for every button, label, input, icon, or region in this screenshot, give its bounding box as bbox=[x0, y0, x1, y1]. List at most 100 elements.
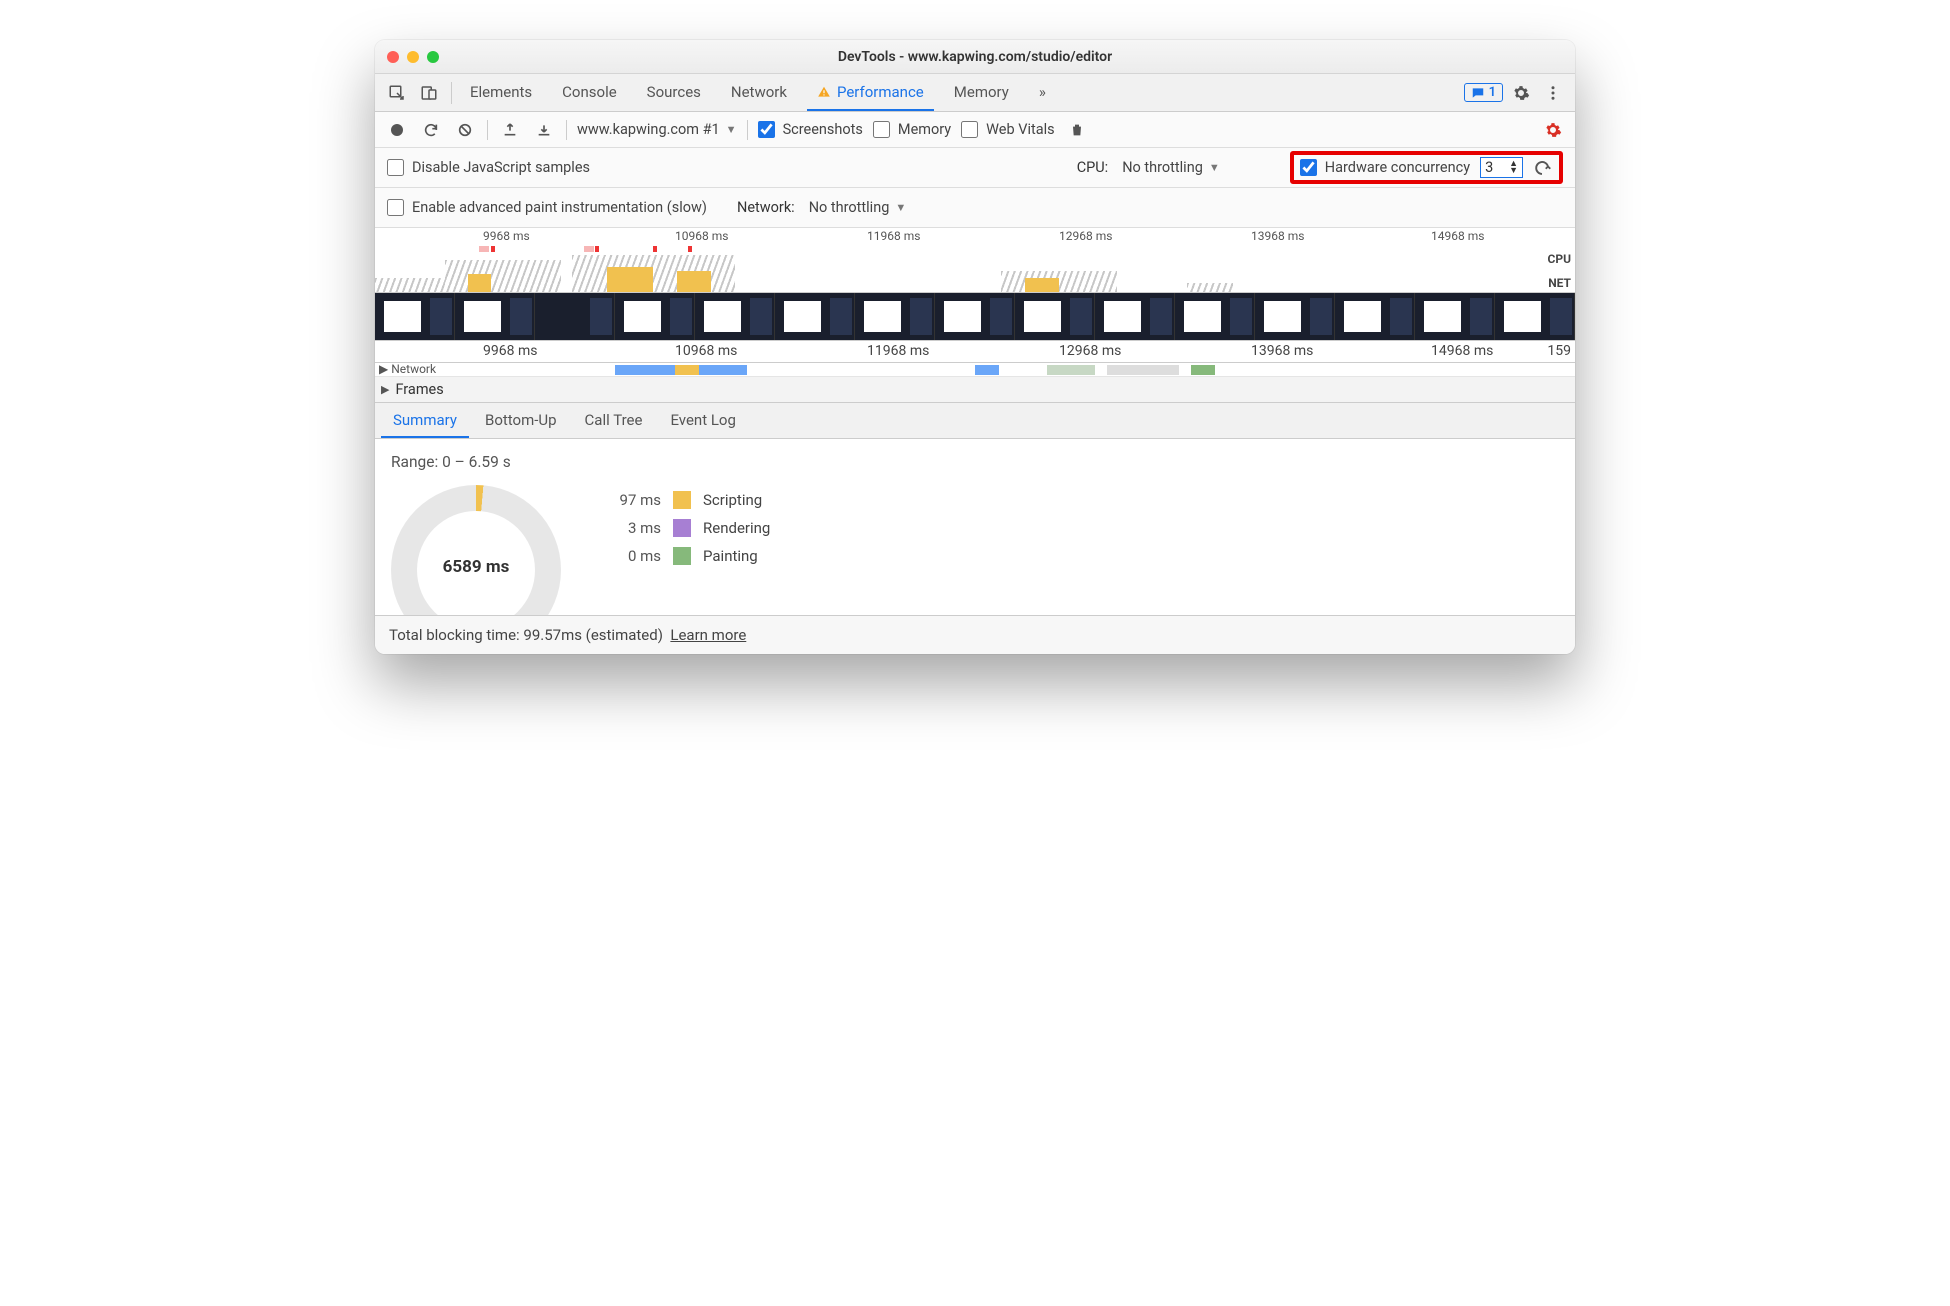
tab-label: Sources bbox=[647, 83, 701, 101]
clear-button[interactable] bbox=[453, 118, 477, 142]
ruler-mark: 11968 ms bbox=[867, 343, 929, 359]
tab-console[interactable]: Console bbox=[552, 74, 627, 111]
screenshots-checkbox-input[interactable] bbox=[758, 121, 775, 138]
delete-icon[interactable] bbox=[1065, 118, 1089, 142]
memory-checkbox[interactable]: Memory bbox=[873, 121, 951, 138]
separator bbox=[487, 120, 488, 140]
filmstrip-frame[interactable] bbox=[535, 293, 615, 340]
legend-value: 0 ms bbox=[601, 547, 661, 565]
titlebar: DevTools - www.kapwing.com/studio/editor bbox=[375, 40, 1575, 74]
reset-concurrency-icon[interactable] bbox=[1533, 159, 1551, 177]
tab-sources[interactable]: Sources bbox=[637, 74, 711, 111]
disclosure-triangle-icon: ▶ bbox=[381, 383, 389, 396]
hardware-concurrency-input[interactable] bbox=[1300, 159, 1317, 176]
filmstrip-frame[interactable] bbox=[615, 293, 695, 340]
frames-label: Frames bbox=[395, 381, 443, 398]
kebab-menu-icon[interactable] bbox=[1539, 79, 1567, 107]
separator bbox=[566, 120, 567, 140]
tab-call-tree[interactable]: Call Tree bbox=[573, 403, 655, 438]
summary-range: Range: 0 – 6.59 s bbox=[391, 453, 1559, 471]
filmstrip-frame[interactable] bbox=[1335, 293, 1415, 340]
legend-value: 97 ms bbox=[601, 491, 661, 509]
capture-settings-gear-icon[interactable] bbox=[1541, 118, 1565, 142]
ruler-mark: 13968 ms bbox=[1251, 229, 1304, 243]
capture-settings-row-2: Enable advanced paint instrumentation (s… bbox=[375, 188, 1575, 228]
tab-memory[interactable]: Memory bbox=[944, 74, 1019, 111]
frames-track-header[interactable]: ▶ Frames bbox=[375, 377, 1575, 403]
panel-tabs: Elements Console Sources Network Perform… bbox=[460, 74, 1056, 111]
filmstrip-frame[interactable] bbox=[1255, 293, 1335, 340]
cpu-throttle-select[interactable]: No throttling ▼ bbox=[1122, 159, 1220, 176]
target-selector[interactable]: www.kapwing.com #1 ▼ bbox=[577, 121, 737, 138]
warning-icon bbox=[817, 85, 831, 99]
record-button[interactable] bbox=[385, 118, 409, 142]
legend-swatch bbox=[673, 491, 691, 509]
devtools-tabstrip: Elements Console Sources Network Perform… bbox=[375, 74, 1575, 112]
tab-overflow[interactable]: » bbox=[1029, 74, 1056, 111]
summary-legend: 97 ms Scripting 3 ms Rendering 0 ms Pain… bbox=[601, 491, 770, 565]
legend-label: Painting bbox=[703, 547, 758, 565]
reload-record-button[interactable] bbox=[419, 118, 443, 142]
filmstrip-frame[interactable] bbox=[1175, 293, 1255, 340]
network-track[interactable]: ▶ Network bbox=[375, 363, 1575, 377]
tab-label: Bottom-Up bbox=[485, 411, 557, 429]
ruler-mark: 11968 ms bbox=[867, 229, 920, 243]
track-label: ▶ Network bbox=[379, 362, 436, 376]
filmstrip-frame[interactable] bbox=[1095, 293, 1175, 340]
overview-timeline[interactable]: 9968 ms 10968 ms 11968 ms 12968 ms 13968… bbox=[375, 228, 1575, 293]
hardware-concurrency-value[interactable]: 3 ▲▼ bbox=[1480, 157, 1523, 178]
filmstrip-frame[interactable] bbox=[1015, 293, 1095, 340]
tab-network[interactable]: Network bbox=[721, 74, 797, 111]
inspect-element-icon[interactable] bbox=[383, 79, 411, 107]
tab-bottom-up[interactable]: Bottom-Up bbox=[473, 403, 569, 438]
memory-checkbox-input[interactable] bbox=[873, 121, 890, 138]
learn-more-link[interactable]: Learn more bbox=[670, 626, 746, 644]
web-vitals-checkbox[interactable]: Web Vitals bbox=[961, 121, 1054, 138]
load-profile-icon[interactable] bbox=[498, 118, 522, 142]
filmstrip-frame[interactable] bbox=[1415, 293, 1495, 340]
summary-donut: 6589 ms bbox=[391, 485, 561, 615]
filmstrip-frame[interactable] bbox=[695, 293, 775, 340]
ruler-mark: 12968 ms bbox=[1059, 229, 1112, 243]
filmstrip-frame[interactable] bbox=[375, 293, 455, 340]
filmstrip-frame[interactable] bbox=[775, 293, 855, 340]
feedback-badge[interactable]: 1 bbox=[1464, 83, 1503, 102]
filmstrip-frame[interactable] bbox=[935, 293, 1015, 340]
checkbox-label: Disable JavaScript samples bbox=[412, 159, 590, 176]
filmstrip-frame[interactable] bbox=[455, 293, 535, 340]
tab-label: Memory bbox=[954, 83, 1009, 101]
device-toolbar-icon[interactable] bbox=[415, 79, 443, 107]
legend-row: 0 ms Painting bbox=[601, 547, 770, 565]
hardware-concurrency-checkbox[interactable]: Hardware concurrency bbox=[1300, 159, 1470, 176]
tab-label: Summary bbox=[393, 411, 457, 429]
flamechart-ruler[interactable]: 9968 ms 10968 ms 11968 ms 12968 ms 13968… bbox=[375, 341, 1575, 363]
tab-elements[interactable]: Elements bbox=[460, 74, 542, 111]
window-title: DevTools - www.kapwing.com/studio/editor bbox=[375, 49, 1575, 65]
tab-label: Elements bbox=[470, 83, 532, 101]
tab-performance[interactable]: Performance bbox=[807, 74, 934, 111]
disable-js-samples-checkbox[interactable]: Disable JavaScript samples bbox=[387, 159, 590, 176]
screenshots-filmstrip[interactable] bbox=[375, 293, 1575, 341]
tab-label: Console bbox=[562, 83, 617, 101]
legend-label: Scripting bbox=[703, 491, 762, 509]
tab-summary[interactable]: Summary bbox=[381, 403, 469, 438]
web-vitals-checkbox-input[interactable] bbox=[961, 121, 978, 138]
save-profile-icon[interactable] bbox=[532, 118, 556, 142]
screenshots-checkbox[interactable]: Screenshots bbox=[758, 121, 863, 138]
filmstrip-frame[interactable] bbox=[855, 293, 935, 340]
ruler-mark: 9968 ms bbox=[483, 343, 537, 359]
advanced-paint-checkbox[interactable]: Enable advanced paint instrumentation (s… bbox=[387, 199, 707, 216]
chevron-down-icon: ▼ bbox=[726, 123, 737, 136]
disable-js-samples-input[interactable] bbox=[387, 159, 404, 176]
summary-panel: Range: 0 – 6.59 s 6589 ms 97 ms Scriptin… bbox=[375, 439, 1575, 615]
tab-event-log[interactable]: Event Log bbox=[658, 403, 747, 438]
separator bbox=[451, 82, 452, 104]
legend-row: 3 ms Rendering bbox=[601, 519, 770, 537]
advanced-paint-input[interactable] bbox=[387, 199, 404, 216]
stepper-icon[interactable]: ▲▼ bbox=[1509, 161, 1518, 175]
filmstrip-frame[interactable] bbox=[1495, 293, 1575, 340]
network-throttle-select[interactable]: No throttling ▼ bbox=[809, 199, 907, 216]
cpu-label: CPU bbox=[1548, 252, 1572, 266]
tbt-value: 99.57ms (estimated) bbox=[523, 626, 663, 644]
settings-gear-icon[interactable] bbox=[1507, 79, 1535, 107]
